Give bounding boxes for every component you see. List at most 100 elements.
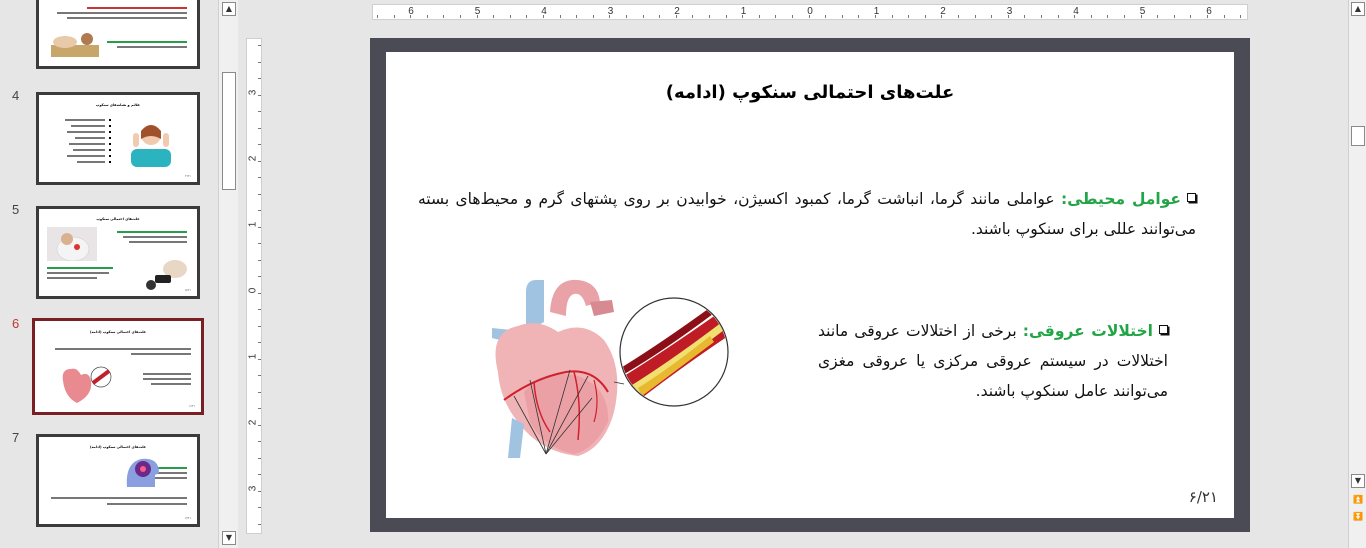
ruler-tick [659, 15, 661, 18]
chest-pain-icon [47, 227, 97, 261]
ruler-tick [426, 15, 428, 18]
bullet-label: عوامل محیطی: [1061, 190, 1182, 208]
ruler-tick [1190, 15, 1192, 18]
ruler-tick [991, 15, 993, 18]
ruler-tick [258, 94, 261, 96]
next-slide-icon[interactable]: ⏬ [1351, 510, 1365, 524]
ruler-tick [393, 15, 395, 18]
ruler-tick [443, 15, 445, 18]
ruler-number: 3 [247, 89, 259, 96]
scroll-up-button[interactable]: ▲ [222, 2, 236, 16]
slide-canvas-frame: علت‌های احتمالی سنکوپ (ادامه) عوامل محیط… [370, 38, 1250, 532]
ruler-tick [825, 15, 827, 18]
ruler-tick [258, 309, 261, 310]
ruler-tick [858, 15, 860, 18]
scroll-down-button[interactable]: ▼ [1351, 474, 1365, 488]
scroll-down-button[interactable]: ▼ [222, 531, 236, 545]
ruler-tick [891, 15, 893, 18]
ruler-number: 1 [247, 221, 259, 228]
ruler-tick [258, 177, 261, 178]
previous-slide-icon[interactable]: ⏫ [1351, 493, 1365, 507]
ruler-tick [1140, 15, 1142, 18]
ruler-tick [258, 325, 261, 327]
thumbnail-number-5: 5 [12, 202, 20, 217]
ruler-tick [258, 441, 261, 442]
ruler-tick [258, 375, 261, 376]
horizontal-ruler: 6543210123456 [372, 4, 1248, 20]
ruler-number: 2 [247, 419, 259, 426]
ruler-tick [258, 210, 261, 211]
ruler-number: 1 [247, 353, 259, 360]
ruler-number: 3 [247, 485, 259, 492]
bullet-environmental-factors[interactable]: عوامل محیطی: عواملی مانند گرما، انباشت گ… [418, 184, 1197, 244]
ruler-tick [742, 15, 744, 18]
ruler-tick [258, 144, 261, 145]
ruler-tick [258, 193, 261, 195]
heart-artery-image[interactable] [474, 272, 734, 462]
slide-thumbnail-4[interactable]: علائم و نشانه‌های سنکوپ ۴/۲۱ [36, 92, 200, 185]
ruler-tick [410, 15, 412, 18]
ruler-tick [1157, 15, 1159, 18]
ruler-tick [642, 15, 644, 18]
slide-scrollbar[interactable]: ▲ ▼ ⏫ ⏬ [1348, 0, 1366, 548]
ruler-tick [258, 490, 261, 492]
ruler-tick [476, 15, 478, 18]
ruler-tick [758, 15, 760, 18]
ruler-tick [1207, 15, 1208, 18]
ruler-tick [258, 45, 261, 46]
ruler-tick [1090, 15, 1092, 18]
ruler-tick [609, 15, 611, 18]
ruler-tick [559, 15, 561, 18]
ruler-tick [258, 474, 261, 475]
ruler-tick [509, 15, 511, 18]
thumbnail-title: علت‌های احتمالی سنکوپ (ادامه) [89, 330, 147, 334]
slide-thumbnail-7[interactable]: علت‌های احتمالی سنکوپ (ادامه) ۷/۲۱ [36, 434, 200, 527]
slide-editor-area: 6543210123456 3 2 1 0 1 2 3 علت‌های احتمالی سن… [240, 0, 1348, 548]
woman-headache-icon [131, 125, 171, 167]
powerpoint-window: 4 علائم و نشانه‌های سنکوپ ۴/۲۱ 5 علت‌های… [0, 0, 1366, 548]
thumbnail-number-4: 4 [12, 88, 20, 103]
sleeping-person-icon [51, 33, 99, 57]
ruler-tick [377, 15, 378, 18]
ruler-tick [258, 424, 261, 426]
ruler-tick [258, 160, 261, 162]
ruler-tick [808, 15, 810, 18]
ruler-tick [258, 358, 261, 360]
slide-thumbnail-6[interactable]: علت‌های احتمالی سنکوپ (ادامه) ۶/۲۱ [32, 318, 204, 415]
ruler-tick [258, 408, 261, 409]
ruler-tick [1124, 15, 1125, 18]
ruler-tick [908, 15, 910, 18]
ruler-tick [924, 15, 926, 18]
scrollbar-thumb[interactable] [222, 72, 236, 190]
ruler-tick [258, 61, 261, 63]
current-slide[interactable]: علت‌های احتمالی سنکوپ (ادامه) عوامل محیط… [386, 52, 1234, 518]
ruler-tick [576, 15, 578, 18]
thumbnail-title: علائم و نشانه‌های سنکوپ [95, 103, 141, 107]
ruler-tick [258, 226, 261, 228]
ruler-tick [258, 259, 261, 261]
scrollbar-thumb[interactable] [1351, 126, 1365, 146]
ruler-tick [258, 457, 261, 459]
scroll-up-button[interactable]: ▲ [1351, 2, 1365, 16]
ruler-tick [1024, 15, 1026, 18]
slide-thumbnail-3[interactable] [36, 0, 200, 69]
bullet-vascular-disorders[interactable]: اختلالات عروقی: برخی از اختلالات عروقی م… [818, 316, 1168, 406]
ruler-tick [460, 15, 461, 18]
ruler-tick [1240, 15, 1242, 18]
ruler-tick [258, 342, 261, 343]
slide-title[interactable]: علت‌های احتمالی سنکوپ (ادامه) [386, 82, 1234, 103]
ruler-number: 2 [247, 155, 259, 162]
thumbnail-scrollbar[interactable]: ▲ ▼ [218, 0, 238, 548]
ruler-tick [258, 243, 261, 244]
ruler-tick [775, 15, 777, 18]
slide-page-number: ۶/۲۱ [1188, 488, 1218, 506]
ruler-tick [1223, 15, 1225, 18]
ruler-tick [875, 15, 876, 18]
ruler-tick [626, 15, 627, 18]
ruler-tick [258, 292, 261, 294]
brain-head-icon [126, 458, 159, 487]
ruler-number: 0 [247, 287, 259, 294]
ruler-tick [1007, 15, 1009, 18]
slide-thumbnail-5[interactable]: علت‌های احتمالی سنکوپ ۵/۲۱ [36, 206, 200, 299]
ruler-tick [493, 15, 495, 18]
